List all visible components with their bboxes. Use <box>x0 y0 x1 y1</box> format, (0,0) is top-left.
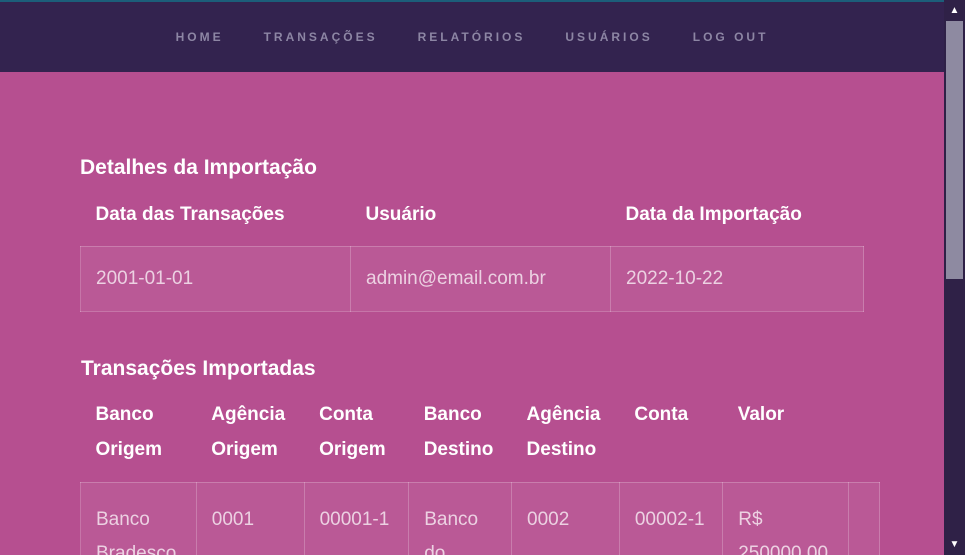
scrollbar-thumb[interactable] <box>946 21 963 279</box>
table-row: Banco Bradesco 0001 00001-1 Banco do 0002 … <box>80 481 880 555</box>
header-data-transacoes: Data das Transações <box>95 204 285 225</box>
header-agencia-origem: Agência Origem <box>211 404 286 460</box>
nav-relatorios[interactable]: RELATÓRIOS <box>418 30 526 44</box>
details-table: Data das Transações Usuário Data da Impo… <box>80 197 864 312</box>
cell-data-transacoes: 2001-01-01 <box>80 245 351 312</box>
header-extra <box>849 397 880 482</box>
cell-agencia-destino: 0002 <box>511 481 620 555</box>
header-data-importacao: Data da Importação <box>625 204 802 225</box>
nav-usuarios[interactable]: USUÁRIOS <box>565 30 652 44</box>
header-banco-destino: Banco Destino <box>423 404 494 460</box>
cell-agencia-origem: 0001 <box>195 481 305 555</box>
cell-conta-origem: 00001-1 <box>303 481 410 555</box>
vertical-scrollbar[interactable]: ▲ ▼ <box>944 0 965 555</box>
header-conta-destino: Conta <box>634 404 689 425</box>
scroll-down-icon[interactable]: ▼ <box>944 534 965 555</box>
transactions-table: Banco Origem Agência Origem Conta Origem Ba… <box>80 397 880 555</box>
cell-extra <box>848 481 880 555</box>
transactions-title: Transações Importadas <box>81 357 316 380</box>
details-title: Detalhes da Importação <box>80 156 317 179</box>
nav-logout[interactable]: LOG OUT <box>693 30 769 44</box>
page-viewport: HOME TRANSAÇÕES RELATÓRIOS USUÁRIOS LOG … <box>0 0 944 555</box>
header-conta-origem: Conta Origem <box>319 404 386 460</box>
cell-usuario: admin@email.com.br <box>350 245 611 312</box>
top-navbar: HOME TRANSAÇÕES RELATÓRIOS USUÁRIOS LOG … <box>0 0 944 72</box>
header-banco-origem: Banco Origem <box>95 404 163 460</box>
cell-valor: R$ 250000.00 <box>722 481 849 555</box>
header-usuario: Usuário <box>365 204 437 225</box>
cell-data-importacao: 2022-10-22 <box>610 245 864 312</box>
nav-home[interactable]: HOME <box>176 30 224 44</box>
cell-banco-origem: Banco Bradesco <box>80 481 197 555</box>
header-valor: Valor <box>737 404 785 425</box>
cell-banco-destino: Banco do <box>408 481 513 555</box>
header-agencia-destino: Agência Destino <box>526 404 601 460</box>
scroll-up-icon[interactable]: ▲ <box>944 0 965 21</box>
table-row: 2001-01-01 admin@email.com.br 2022-10-22 <box>80 245 864 312</box>
cell-conta-destino: 00002-1 <box>618 481 724 555</box>
nav-transacoes[interactable]: TRANSAÇÕES <box>264 30 378 44</box>
